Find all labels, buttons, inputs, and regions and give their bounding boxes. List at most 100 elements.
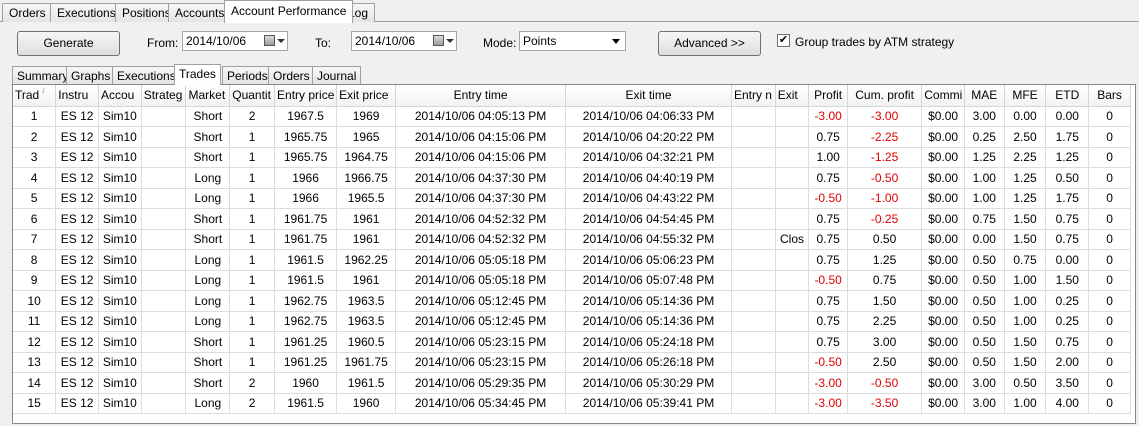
table-cell: 1: [229, 208, 276, 230]
group-trades-checkbox[interactable]: ✔: [777, 34, 790, 47]
column-header[interactable]: Strateg: [141, 85, 187, 107]
column-header[interactable]: Entry price: [274, 85, 338, 107]
column-header[interactable]: Bars: [1088, 85, 1131, 107]
to-date-value: 2014/10/06: [355, 34, 416, 48]
trades-grid[interactable]: Trad / Instru Accou Strateg Market Quant…: [12, 84, 1136, 424]
column-header[interactable]: Trad /: [13, 85, 57, 107]
table-cell: Short: [185, 106, 231, 127]
table-cell: 0.75: [808, 331, 848, 353]
table-row[interactable]: 3 ES 12 Sim10 Short 1 1965.75 1964.75 2014/10/0…: [13, 147, 1131, 168]
table-row[interactable]: 10 ES 12 Sim10 Long 1 1962.75 1963.5 2014/10/06…: [13, 290, 1131, 312]
table-cell: [141, 126, 187, 148]
table-cell: 1966: [274, 188, 338, 209]
table-cell: 2: [13, 126, 57, 148]
table-row[interactable]: 15 ES 12 Sim10 Long 2 1961.5 1960 2014/10/06 05…: [13, 393, 1131, 414]
table-cell: Sim10: [98, 311, 142, 332]
tab-executions[interactable]: Executions: [50, 3, 123, 22]
chevron-down-icon[interactable]: [277, 39, 285, 43]
table-cell: 0.50: [964, 311, 1005, 332]
table-cell: [141, 249, 187, 271]
table-cell: -2.25: [847, 126, 923, 148]
column-header[interactable]: Exit: [775, 85, 810, 107]
table-cell: 1.25: [1004, 188, 1047, 209]
table-row[interactable]: 11 ES 12 Sim10 Long 1 1962.75 1963.5 2014/10/06…: [13, 311, 1131, 332]
table-cell: [775, 393, 810, 414]
table-cell: 1960.5: [336, 331, 397, 353]
mode-select[interactable]: Points: [519, 31, 626, 51]
table-row[interactable]: 7 ES 12 Sim10 Short 1 1961.75 1961 2014/10/06 0…: [13, 229, 1131, 250]
tab-orders-sub[interactable]: Orders: [268, 66, 315, 84]
table-row[interactable]: 9 ES 12 Sim10 Long 1 1961.5 1961 2014/10/06 05:…: [13, 270, 1131, 291]
table-cell: Sim10: [98, 126, 142, 148]
table-row[interactable]: 8 ES 12 Sim10 Long 1 1961.5 1962.25 2014/10/06 …: [13, 249, 1131, 271]
table-cell: [141, 188, 187, 209]
table-cell: 0.75: [808, 167, 848, 189]
table-cell: 1963.5: [336, 290, 397, 312]
table-row[interactable]: 13 ES 12 Sim10 Short 1 1961.25 1961.75 2014/10/…: [13, 352, 1131, 373]
table-cell: 2014/10/06 04:43:22 PM: [565, 188, 732, 209]
table-cell: [775, 352, 810, 373]
column-header[interactable]: Instru: [55, 85, 99, 107]
table-cell: ES 12: [55, 352, 99, 373]
table-row[interactable]: 4 ES 12 Sim10 Long 1 1966 1966.75 2014/10/06 04…: [13, 167, 1131, 189]
tab-graphs[interactable]: Graphs: [66, 66, 116, 84]
column-header[interactable]: MAE: [964, 85, 1005, 107]
column-header[interactable]: Commi: [921, 85, 965, 107]
to-date-picker[interactable]: 2014/10/06: [351, 31, 457, 51]
table-row[interactable]: 12 ES 12 Sim10 Short 1 1961.25 1960.5 2014/10/0…: [13, 331, 1131, 353]
tab-journal[interactable]: Journal: [312, 66, 362, 84]
generate-button[interactable]: Generate: [17, 31, 120, 56]
table-cell: 0: [1088, 229, 1131, 250]
table-cell: $0.00: [921, 229, 965, 250]
table-cell: [141, 106, 187, 127]
column-header[interactable]: MFE: [1004, 85, 1047, 107]
column-header[interactable]: Accou: [98, 85, 142, 107]
table-cell: 1965: [336, 126, 397, 148]
calendar-icon[interactable]: [433, 35, 444, 46]
column-header[interactable]: Entry time: [395, 85, 567, 107]
column-header[interactable]: Exit time: [565, 85, 732, 107]
column-header[interactable]: Entry n: [731, 85, 776, 107]
tab-summary[interactable]: Summary: [12, 66, 74, 84]
tab-periods[interactable]: Periods: [222, 66, 273, 84]
table-row[interactable]: 1 ES 12 Sim10 Short 2 1967.5 1969 2014/10/06 04…: [13, 106, 1131, 127]
table-row[interactable]: 6 ES 12 Sim10 Short 1 1961.75 1961 2014/10/06 0…: [13, 208, 1131, 230]
table-cell: 1: [229, 270, 276, 291]
table-cell: 0.75: [808, 249, 848, 271]
table-cell: [731, 393, 776, 414]
column-header[interactable]: Cum. profit: [847, 85, 923, 107]
table-cell: 0.00: [1045, 106, 1090, 127]
tab-account-performance[interactable]: Account Performance: [224, 0, 354, 23]
table-cell: 0.75: [847, 270, 923, 291]
table-cell: 2014/10/06 04:15:06 PM: [395, 126, 567, 148]
tab-trades[interactable]: Trades: [174, 64, 221, 85]
tab-orders[interactable]: Orders: [2, 3, 53, 22]
column-header[interactable]: Market: [185, 85, 231, 107]
column-header[interactable]: Quantit: [229, 85, 276, 107]
table-cell: $0.00: [921, 126, 965, 148]
chevron-down-icon[interactable]: [446, 39, 454, 43]
table-cell: Sim10: [98, 372, 142, 394]
table-cell: 3.00: [964, 393, 1005, 414]
from-date-picker[interactable]: 2014/10/06: [182, 31, 288, 51]
column-header[interactable]: Profit: [808, 85, 848, 107]
table-cell: 1962.75: [274, 311, 338, 332]
table-row[interactable]: 2 ES 12 Sim10 Short 1 1965.75 1965 2014/10/06 0…: [13, 126, 1131, 148]
advanced-button[interactable]: Advanced >>: [658, 31, 761, 56]
table-cell: [141, 352, 187, 373]
table-cell: 2014/10/06 04:54:45 PM: [565, 208, 732, 230]
tab-executions-sub[interactable]: Executions: [112, 66, 181, 84]
table-cell: 0: [1088, 372, 1131, 394]
table-cell: [775, 167, 810, 189]
table-row[interactable]: 14 ES 12 Sim10 Short 2 1960 1961.5 2014/10/06 0…: [13, 372, 1131, 394]
from-label: From:: [147, 36, 179, 50]
table-row[interactable]: 5 ES 12 Sim10 Long 1 1966 1965.5 2014/10/06 04:…: [13, 188, 1131, 209]
column-header[interactable]: Exit price: [336, 85, 397, 107]
column-header[interactable]: ETD: [1045, 85, 1090, 107]
calendar-icon[interactable]: [264, 35, 275, 46]
table-cell: [141, 331, 187, 353]
table-cell: 0.75: [808, 290, 848, 312]
table-cell: [775, 188, 810, 209]
table-cell: 0.75: [808, 311, 848, 332]
tab-accounts[interactable]: Accounts: [168, 3, 232, 22]
